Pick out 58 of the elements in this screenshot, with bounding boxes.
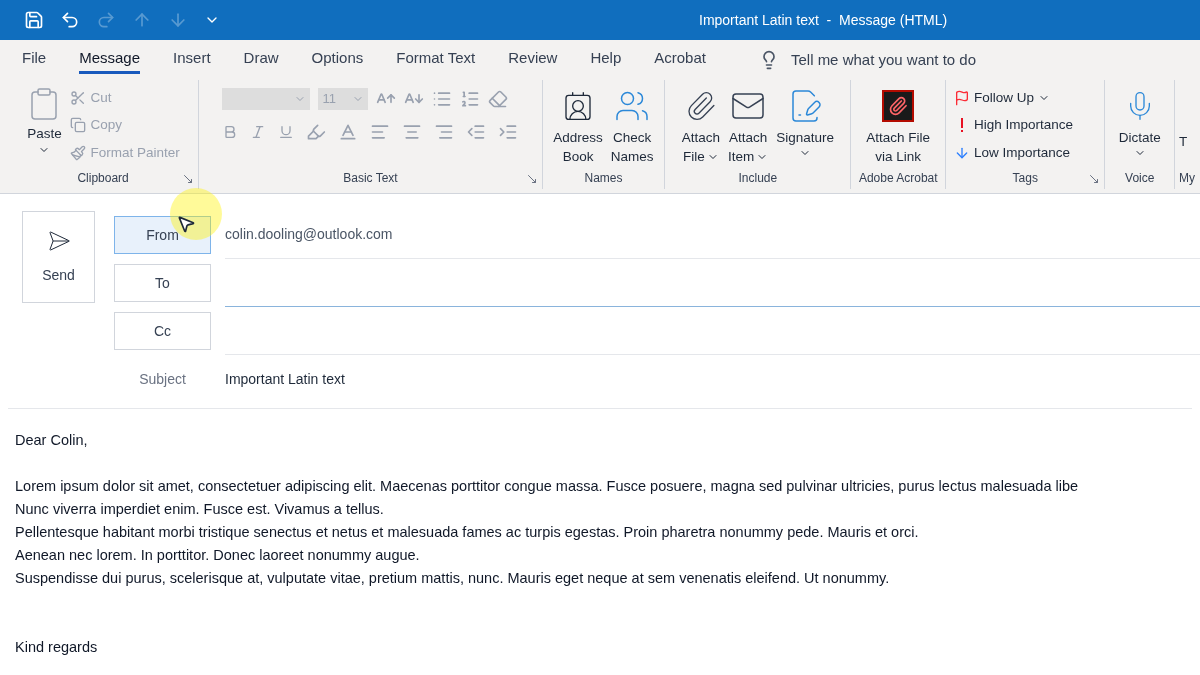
body-text-line: Pellentesque habitant morbi tristique senectus et netus et malesuada fames ac turpis egestas. Proin pharetra nonummy pede. Mauris et orci. bbox=[15, 523, 919, 542]
ribbon-tab[interactable]: Format Text bbox=[396, 46, 476, 74]
dictate-button[interactable]: Dictate bbox=[1114, 84, 1165, 159]
group-label: Clipboard bbox=[77, 170, 129, 187]
subject-field[interactable]: Important Latin text bbox=[225, 369, 1200, 390]
include-button[interactable]: Attach Item bbox=[723, 84, 773, 166]
ribbon-tab[interactable]: Insert bbox=[173, 46, 211, 74]
ribbon-tab[interactable]: Message bbox=[79, 46, 141, 74]
flag-icon bbox=[954, 90, 971, 107]
ribbon-tab[interactable]: Draw bbox=[243, 46, 279, 74]
undo-icon[interactable] bbox=[60, 10, 80, 30]
ribbon-tab[interactable]: Acrobat bbox=[654, 46, 706, 74]
address-button[interactable]: To bbox=[114, 264, 211, 302]
command-icon bbox=[70, 144, 87, 161]
tag-command[interactable]: Follow Up bbox=[954, 88, 1105, 109]
names-button[interactable]: Address Book bbox=[549, 84, 607, 166]
body-text-line: Aenean nec lorem. In porttitor. Donec laoreet nonummy augue. bbox=[15, 546, 420, 565]
dialog-launcher-icon[interactable] bbox=[1088, 173, 1101, 185]
address-field[interactable]: colin.dooling@outlook.com bbox=[225, 211, 1200, 259]
group-label: Tags bbox=[1012, 170, 1038, 187]
send-icon bbox=[46, 228, 71, 253]
send-button[interactable]: Send bbox=[22, 211, 95, 303]
command-icon bbox=[70, 90, 87, 107]
window-title: Important Latin text - Message (HTML) bbox=[699, 10, 948, 30]
save-icon[interactable] bbox=[24, 10, 44, 30]
address-button[interactable]: From bbox=[114, 216, 211, 254]
names-button[interactable]: Check Names bbox=[606, 84, 658, 166]
tag-command[interactable]: High Importance bbox=[954, 115, 1105, 136]
body-text-line: Lorem ipsum dolor sit amet, consectetuer adipiscing elit. Maecenas porttitor congue massa. Fusce posuere, magna sed pulvinar ultricies, purus lectus malesuada libe bbox=[15, 477, 1079, 496]
ribbon-tab[interactable]: File bbox=[22, 46, 47, 74]
ribbon-tab[interactable]: Review bbox=[508, 46, 558, 74]
group-label: Adobe Acrobat bbox=[858, 170, 938, 187]
ribbon-tab[interactable]: Help bbox=[590, 46, 622, 74]
subject-label: Subject bbox=[138, 370, 187, 389]
group-label: My bbox=[1179, 170, 1196, 187]
attach-via-link-button[interactable]: Attach File via Link bbox=[862, 84, 935, 166]
exclamation-icon bbox=[961, 118, 964, 133]
group-label: Names bbox=[584, 170, 623, 187]
address-button[interactable]: Cc bbox=[114, 312, 211, 350]
group-label: Include bbox=[738, 170, 778, 187]
group-label: Voice bbox=[1125, 170, 1155, 187]
mouse-pointer-icon bbox=[176, 214, 196, 234]
body-text-line: Nunc viverra imperdiet enim. Fusce est. Vivamus a tellus. bbox=[15, 500, 384, 519]
tag-command[interactable]: Low Importance bbox=[954, 142, 1105, 163]
group-label: Basic Text bbox=[343, 170, 398, 187]
command-icon bbox=[70, 117, 87, 134]
pdf-link-icon bbox=[882, 90, 915, 122]
dialog-launcher-icon[interactable] bbox=[182, 173, 195, 185]
ribbon-tab[interactable]: Options bbox=[311, 46, 364, 74]
ribbon-button-label[interactable]: T bbox=[1179, 134, 1188, 149]
include-button[interactable]: Signature bbox=[772, 84, 838, 159]
body-text-line: Dear Colin, bbox=[15, 431, 88, 450]
include-button[interactable]: Attach File bbox=[677, 84, 724, 166]
sender-address: colin.dooling@outlook.com bbox=[225, 225, 393, 244]
dialog-launcher-icon[interactable] bbox=[525, 173, 538, 185]
paste-button[interactable]: Paste bbox=[26, 84, 63, 163]
body-text-line: Suspendisse dui purus, scelerisque at, vulputate vitae, pretium mattis, nunc. Mauris eget neque at sem venenatis eleifend. Ut nonummy. bbox=[15, 569, 890, 588]
body-text-line: Kind regards bbox=[15, 638, 98, 657]
